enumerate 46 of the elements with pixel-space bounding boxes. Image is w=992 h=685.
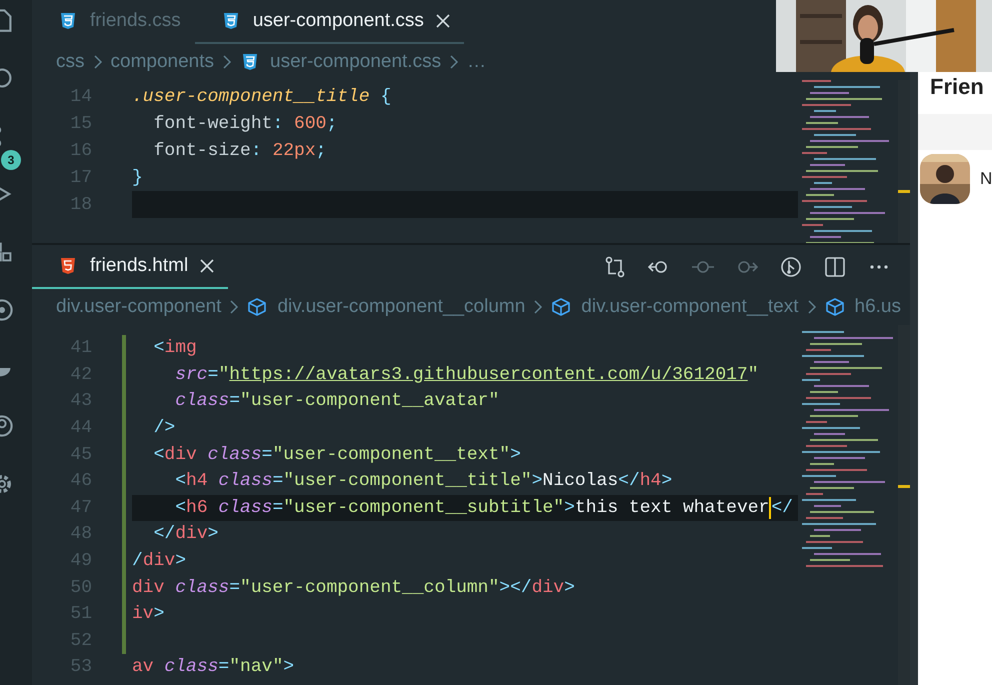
code-line: /div> [132,550,188,574]
git-graph-icon[interactable] [780,256,802,278]
breadcrumb-item[interactable]: div.user-component [56,296,222,318]
cube-icon [824,297,845,317]
breadcrumb-item[interactable]: div.user-component__text [581,296,799,318]
breadcrumb-item[interactable]: h6.us [854,296,901,318]
chevron-icon [806,300,817,314]
code-line: font-size: 22px; [152,140,328,162]
page-heading: Frien [929,73,985,101]
split-editor-icon[interactable] [824,256,846,278]
cube-icon [551,297,572,317]
code-line: src="https://avatars3.githubusercontent.com/u/3612017" [174,364,760,387]
breadcrumb-item[interactable]: … [467,51,486,73]
code-line: .user-component__title { [132,86,392,108]
code-line: <h4 class="user-component__title">Nicolas</h4> [174,470,674,494]
code-line: <div class="user-component__text"> [152,444,522,467]
breadcrumb-item[interactable]: components [110,51,214,73]
chevron-icon [229,300,240,314]
editor-tab[interactable]: friends.html [32,245,228,289]
chevron-icon [222,55,232,69]
cube-icon [247,297,268,317]
code-line: div class="user-component__column"></div> [132,576,576,600]
compare-icon[interactable] [604,256,626,278]
chevron-icon [533,300,544,314]
editor-tab[interactable]: user-component.css [194,0,464,44]
html-file-icon [58,256,78,276]
css-file-icon [58,11,78,31]
chevron-icon [92,55,102,69]
code-line: font-weight: 600; [152,112,338,136]
code-line: iv> [132,603,166,626]
breadcrumb-item[interactable]: user-component.css [270,51,442,73]
notification-badge: 3 [1,150,21,170]
code-line: } [132,166,144,190]
close-icon[interactable] [200,259,214,273]
breadcrumb-item[interactable]: div.user-component__column [277,296,526,318]
chevron-icon [449,55,460,69]
close-icon[interactable] [436,14,450,28]
code-line: </div> [152,523,220,546]
breadcrumb-item[interactable]: css [56,51,84,73]
code-line: <img [152,337,198,360]
code-line: class="user-component__avatar" [174,390,500,414]
code-line: /> [152,417,176,440]
code-line: av class="nav"> [132,656,296,680]
text-cursor [769,496,772,519]
user-name: N [980,169,992,189]
editor-tab[interactable]: friends.css [32,0,195,44]
